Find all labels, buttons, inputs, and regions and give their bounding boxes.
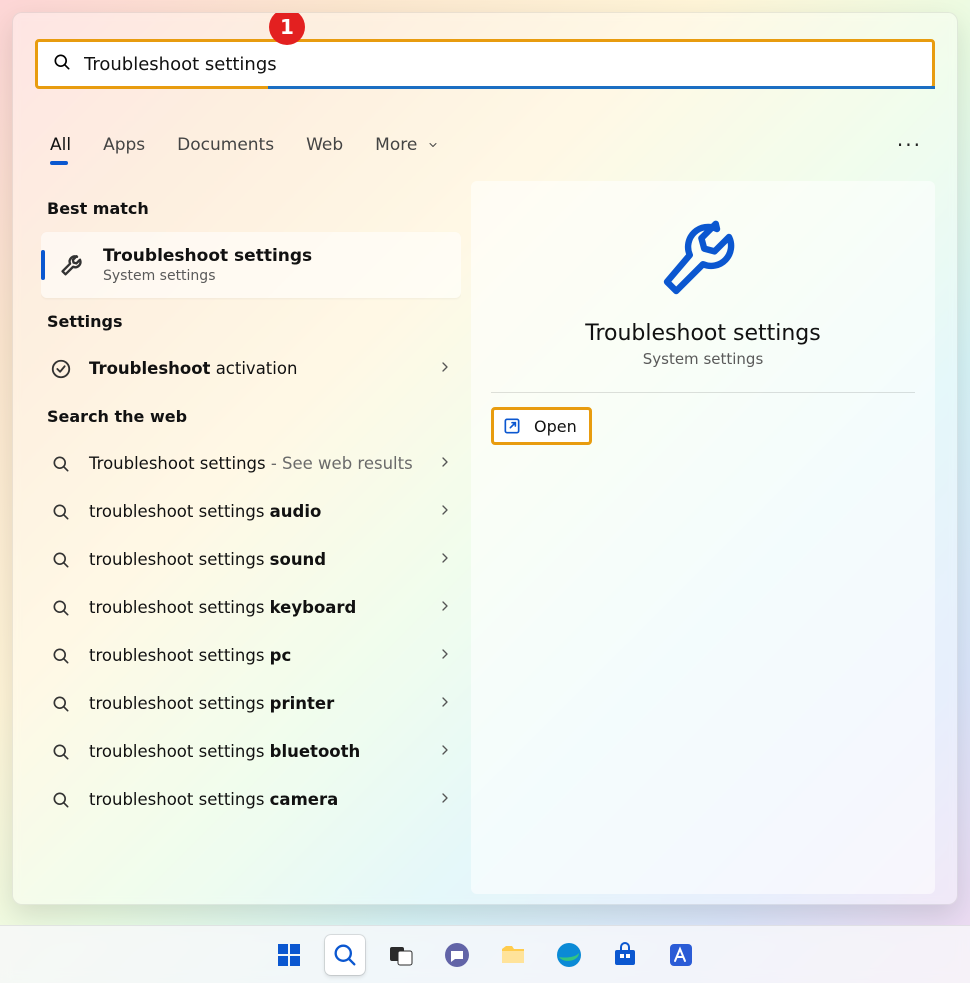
results-column: Best match Troubleshoot settings System … <box>41 185 461 900</box>
search-icon <box>49 452 73 476</box>
wrench-large-icon <box>655 211 751 307</box>
web-result[interactable]: troubleshoot settings pc <box>41 632 461 680</box>
web-result[interactable]: troubleshoot settings camera <box>41 776 461 824</box>
chevron-right-icon <box>437 742 453 762</box>
search-icon <box>49 740 73 764</box>
result-label: troubleshoot settings keyboard <box>89 597 421 619</box>
section-settings: Settings <box>47 312 455 331</box>
web-result[interactable]: troubleshoot settings audio <box>41 488 461 536</box>
search-icon <box>49 596 73 620</box>
open-button[interactable]: Open <box>491 407 592 445</box>
search-icon <box>49 644 73 668</box>
result-label: Troubleshoot settings - See web results <box>89 453 421 475</box>
best-match-title: Troubleshoot settings <box>103 246 312 266</box>
result-label: troubleshoot settings audio <box>89 501 421 523</box>
taskbar-store[interactable] <box>605 935 645 975</box>
open-external-icon <box>502 416 522 436</box>
chevron-right-icon <box>437 694 453 714</box>
result-label: troubleshoot settings pc <box>89 645 421 667</box>
section-web: Search the web <box>47 407 455 426</box>
web-result[interactable]: troubleshoot settings printer <box>41 680 461 728</box>
web-result[interactable]: troubleshoot settings sound <box>41 536 461 584</box>
detail-pane: Troubleshoot settings System settings 2 … <box>471 181 935 894</box>
search-bar[interactable] <box>35 39 935 89</box>
chevron-right-icon <box>437 454 453 474</box>
taskbar-search[interactable] <box>325 935 365 975</box>
tab-web[interactable]: Web <box>304 129 345 161</box>
best-match-card[interactable]: Troubleshoot settings System settings <box>41 232 461 298</box>
chevron-right-icon <box>437 550 453 570</box>
section-best-match: Best match <box>47 199 455 218</box>
chevron-right-icon <box>437 359 453 379</box>
open-label: Open <box>534 417 577 436</box>
best-match-subtitle: System settings <box>103 268 312 284</box>
result-label: Troubleshoot activation <box>89 358 421 380</box>
web-result[interactable]: troubleshoot settings keyboard <box>41 584 461 632</box>
result-label: troubleshoot settings sound <box>89 549 421 571</box>
wrench-icon <box>59 251 87 279</box>
result-label: troubleshoot settings printer <box>89 693 421 715</box>
taskbar <box>0 925 970 983</box>
search-icon <box>49 500 73 524</box>
taskbar-chat[interactable] <box>437 935 477 975</box>
result-label: troubleshoot settings bluetooth <box>89 741 421 763</box>
detail-title: Troubleshoot settings <box>491 321 915 346</box>
tab-all[interactable]: All <box>48 129 73 161</box>
more-actions-button[interactable]: ··· <box>897 133 922 157</box>
chevron-right-icon <box>437 598 453 618</box>
tab-apps[interactable]: Apps <box>101 129 147 161</box>
taskbar-start[interactable] <box>269 935 309 975</box>
detail-subtitle: System settings <box>491 350 915 368</box>
search-icon <box>49 548 73 572</box>
search-icon <box>49 788 73 812</box>
search-icon <box>52 52 72 76</box>
taskbar-app[interactable] <box>661 935 701 975</box>
search-input[interactable] <box>84 54 918 75</box>
tab-more[interactable]: More <box>373 129 441 161</box>
check-circle-icon <box>49 357 73 381</box>
result-label: troubleshoot settings camera <box>89 789 421 811</box>
filter-tabs: All Apps Documents Web More ··· <box>48 125 922 165</box>
search-icon <box>49 692 73 716</box>
taskbar-explorer[interactable] <box>493 935 533 975</box>
chevron-right-icon <box>437 646 453 666</box>
settings-result[interactable]: Troubleshoot activation <box>41 345 461 393</box>
web-result[interactable]: Troubleshoot settings - See web results <box>41 440 461 488</box>
start-search-panel: 1 All Apps Documents Web More ··· Best m… <box>12 12 958 905</box>
chevron-right-icon <box>437 502 453 522</box>
tab-more-label: More <box>375 135 417 155</box>
taskbar-edge[interactable] <box>549 935 589 975</box>
taskbar-taskview[interactable] <box>381 935 421 975</box>
web-result[interactable]: troubleshoot settings bluetooth <box>41 728 461 776</box>
chevron-right-icon <box>437 790 453 810</box>
tab-documents[interactable]: Documents <box>175 129 276 161</box>
chevron-down-icon <box>427 139 439 151</box>
divider <box>491 392 915 393</box>
